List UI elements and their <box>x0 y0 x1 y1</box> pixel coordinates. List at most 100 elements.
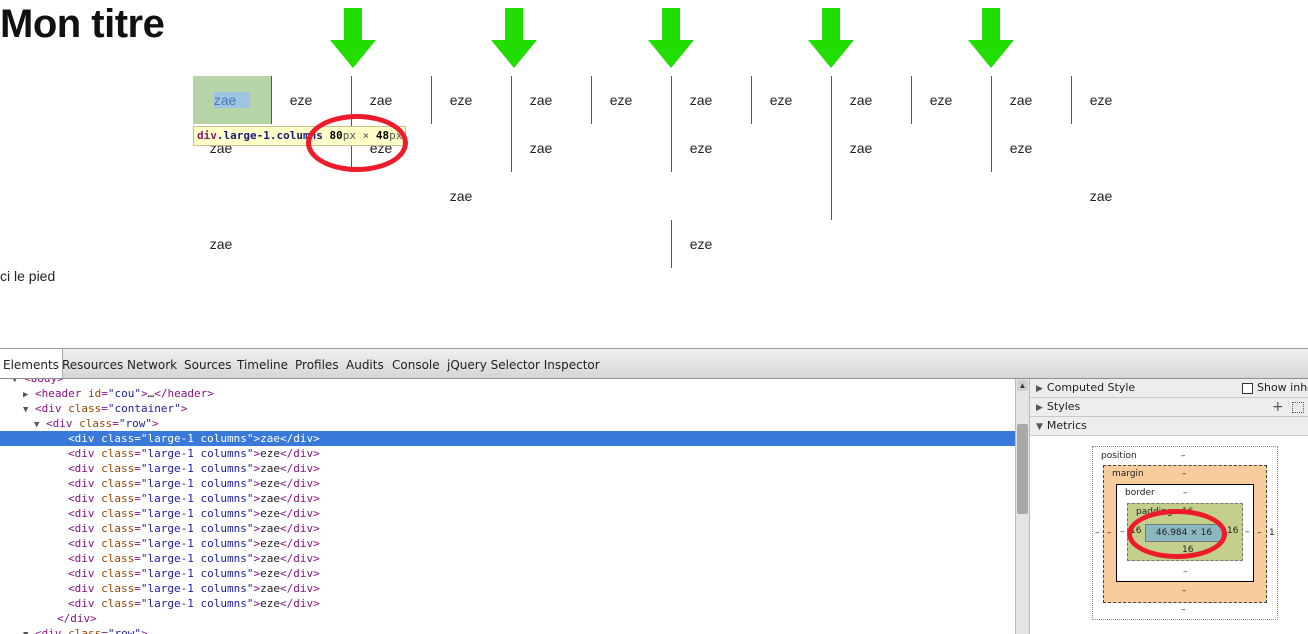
tab-console[interactable]: Console <box>392 349 440 378</box>
show-inherited-label: Show inhe <box>1257 381 1308 394</box>
grid-cell: zae <box>661 76 741 124</box>
dom-node[interactable]: ▼ <div class="container"> <box>0 401 1015 416</box>
collapse-triangle-icon[interactable]: ▼ <box>23 405 28 415</box>
dom-token: "row" <box>118 417 152 430</box>
tab-timeline[interactable]: Timeline <box>237 349 288 378</box>
footer-text: ci le pied <box>0 268 56 284</box>
dom-token: > <box>140 387 148 400</box>
tab-profiles[interactable]: Profiles <box>295 349 339 378</box>
border-right-value: – <box>1245 527 1250 537</box>
border-top-value: – <box>1183 488 1188 498</box>
dom-node-selected[interactable]: <div class="large-1 columns">zae</div> <box>0 431 1015 446</box>
dom-node[interactable]: <div class="large-1 columns">eze</div> <box>0 536 1015 551</box>
dom-token: zae <box>260 492 280 505</box>
dom-node[interactable]: <div class="large-1 columns">eze</div> <box>0 506 1015 521</box>
dom-node[interactable]: <div class="large-1 columns">eze</div> <box>0 596 1015 611</box>
dom-token: <div <box>35 402 69 415</box>
dom-token: <div <box>68 507 102 520</box>
grid-cell: eze <box>581 76 661 124</box>
scroll-thumb[interactable] <box>1017 424 1028 514</box>
grid-cell-text: zae <box>369 92 393 108</box>
element-state-icon[interactable] <box>1292 402 1304 413</box>
red-circle-annotation-metrics <box>1127 509 1227 559</box>
dom-token: = <box>134 522 141 535</box>
dom-node[interactable]: <div class="large-1 columns">eze</div> <box>0 566 1015 581</box>
dom-node[interactable]: ▼ <body> <box>0 379 1015 386</box>
dom-token: class <box>101 582 135 595</box>
pane-styles[interactable]: ▶ Styles + <box>1030 398 1308 417</box>
grid-cell: zae <box>421 172 501 220</box>
tab-resources[interactable]: Resources <box>62 349 123 378</box>
position-label: position <box>1101 451 1137 461</box>
dom-tree-scrollbar[interactable]: ▲ <box>1015 379 1029 634</box>
grid-cell: eze <box>661 220 741 268</box>
dom-token: <div <box>68 552 102 565</box>
collapse-triangle-icon[interactable]: ▼ <box>34 420 39 430</box>
margin-bottom-value: – <box>1182 586 1187 596</box>
dom-token: </div> <box>279 522 320 535</box>
dom-token: "large-1 columns" <box>140 582 254 595</box>
collapse-triangle-icon[interactable]: ▼ <box>23 630 28 634</box>
tab-network[interactable]: Network <box>127 349 177 378</box>
dom-token: </div> <box>279 462 320 475</box>
dom-token: "large-1 columns" <box>140 537 254 550</box>
dom-token: <div <box>46 417 80 430</box>
dom-token: </div> <box>279 537 320 550</box>
dom-token: eze <box>260 597 280 610</box>
dom-tree: ▼ <body>▶ <header id="cou">…</header>▼ <… <box>0 379 1015 634</box>
pane-metrics[interactable]: ▼ Metrics <box>1030 417 1308 436</box>
dom-token: </div> <box>279 597 320 610</box>
dom-token: = <box>134 537 141 550</box>
dom-token: "large-1 columns" <box>140 552 254 565</box>
dom-token: class <box>101 507 135 520</box>
margin-label: margin <box>1112 469 1144 479</box>
dom-node[interactable]: <div class="large-1 columns">eze</div> <box>0 446 1015 461</box>
pane-computed-style[interactable]: ▶Computed Style Show inhe <box>1030 379 1308 398</box>
add-rule-icon[interactable]: + <box>1272 398 1284 416</box>
tab-jquery-selector-inspector[interactable]: jQuery Selector Inspector <box>447 349 600 378</box>
dom-token: </div> <box>279 507 320 520</box>
dom-node[interactable]: ▼ <div class="row"> <box>0 416 1015 431</box>
scroll-up-icon[interactable]: ▲ <box>1017 380 1028 391</box>
grid-cell: eze <box>901 76 981 124</box>
grid-cell-text: eze <box>689 140 713 156</box>
dom-token: "large-1 columns" <box>140 477 254 490</box>
column-guide-line <box>671 76 672 172</box>
tab-elements[interactable]: Elements <box>0 349 63 378</box>
red-circle-annotation-tooltip <box>306 114 408 172</box>
collapse-triangle-icon[interactable]: ▼ <box>12 379 17 385</box>
grid-cell-text: eze <box>1009 140 1033 156</box>
column-guide-line <box>831 76 832 220</box>
dom-token: class <box>101 432 135 445</box>
dom-node[interactable]: <div class="large-1 columns">zae</div> <box>0 491 1015 506</box>
dom-token: zae <box>260 432 280 445</box>
dom-token: </div> <box>279 447 320 460</box>
dom-node[interactable]: </div> <box>0 611 1015 626</box>
dom-node[interactable]: <div class="large-1 columns">eze</div> <box>0 476 1015 491</box>
column-guide-line <box>1071 76 1072 124</box>
dom-token: = <box>134 477 141 490</box>
dom-node[interactable]: <div class="large-1 columns">zae</div> <box>0 581 1015 596</box>
expand-triangle-icon[interactable]: ▶ <box>23 390 28 400</box>
grid-cell-text: zae <box>1089 188 1113 204</box>
dom-token: eze <box>260 447 280 460</box>
dom-token: eze <box>260 567 280 580</box>
tab-audits[interactable]: Audits <box>346 349 384 378</box>
margin-left-value: – <box>1107 528 1112 538</box>
show-inherited-checkbox[interactable] <box>1242 383 1253 394</box>
dom-node[interactable]: <div class="large-1 columns">zae</div> <box>0 461 1015 476</box>
grid-cell-text: eze <box>289 92 313 108</box>
collapse-triangle-icon: ▼ <box>1036 422 1043 432</box>
dom-token: </div> <box>279 492 320 505</box>
tab-sources[interactable]: Sources <box>184 349 231 378</box>
grid-cell: zae <box>821 124 901 172</box>
dom-node[interactable]: <div class="large-1 columns">zae</div> <box>0 521 1015 536</box>
dom-token: <div <box>68 462 102 475</box>
grid-cell-text: zae <box>849 140 873 156</box>
position-bottom-value: – <box>1181 605 1186 615</box>
dom-node[interactable]: <div class="large-1 columns">zae</div> <box>0 551 1015 566</box>
dom-node[interactable]: ▶ <header id="cou">…</header> <box>0 386 1015 401</box>
dom-token: = <box>112 417 119 430</box>
expand-triangle-icon: ▶ <box>1036 403 1043 413</box>
dom-token: "large-1 columns" <box>140 462 254 475</box>
